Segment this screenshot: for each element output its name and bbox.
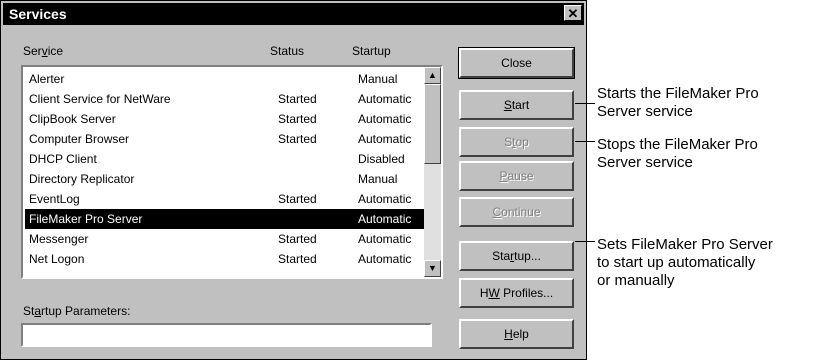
service-status: Started (278, 132, 317, 146)
list-item[interactable]: Messenger Started Automatic (25, 229, 425, 249)
stop-callout-text: Stops the FileMaker Pro Server service (597, 136, 758, 171)
list-item[interactable]: Net Logon Started Automatic (25, 249, 425, 269)
service-startup: Automatic (358, 212, 412, 226)
service-startup: Automatic (358, 192, 412, 206)
startup-callout-line (575, 241, 595, 242)
close-icon[interactable]: ✕ (564, 5, 582, 21)
service-startup: Automatic (358, 232, 412, 246)
window-title: Services (9, 6, 67, 22)
service-name: FileMaker Pro Server (29, 212, 143, 226)
service-status: Started (278, 92, 317, 106)
help-button[interactable]: Help (459, 319, 574, 349)
service-startup: Automatic (358, 92, 412, 106)
start-callout-line (575, 103, 595, 104)
hw-profiles-button[interactable]: HW Profiles... (459, 278, 574, 308)
service-name: DHCP Client (29, 152, 97, 166)
service-name: Client Service for NetWare (29, 92, 171, 106)
list-item[interactable]: EventLog Started Automatic (25, 189, 425, 209)
column-header-service: Service (23, 44, 64, 58)
startup-button[interactable]: Startup... (459, 241, 574, 271)
service-startup: Manual (358, 172, 398, 186)
continue-button[interactable]: Continue (459, 197, 574, 227)
service-status: Started (278, 232, 317, 246)
close-button[interactable]: Close (458, 47, 575, 79)
service-name: Messenger (29, 232, 89, 246)
list-item[interactable]: Directory Replicator Manual (25, 169, 425, 189)
start-callout-text: Starts the FileMaker Pro Server service (597, 85, 759, 120)
service-startup: Disabled (358, 152, 405, 166)
service-name: EventLog (29, 192, 80, 206)
list-item-selected[interactable]: FileMaker Pro Server Automatic (25, 209, 425, 229)
service-startup: Automatic (358, 252, 412, 266)
service-status: Started (278, 192, 317, 206)
startup-parameters-input[interactable] (21, 323, 432, 347)
service-startup: Manual (358, 72, 398, 86)
service-status: Started (278, 112, 317, 126)
scroll-up-icon[interactable]: ▲ (424, 67, 441, 84)
column-header-startup: Startup (352, 44, 391, 58)
stop-button[interactable]: Stop (459, 127, 574, 157)
stop-callout-line (575, 141, 595, 142)
service-name: Directory Replicator (29, 172, 135, 186)
service-name: Computer Browser (29, 132, 130, 146)
list-item[interactable]: ClipBook Server Started Automatic (25, 109, 425, 129)
services-dialog: Services ✕ Service Status Startup Alerte… (0, 0, 587, 360)
services-list[interactable]: Alerter Manual Client Service for NetWar… (21, 65, 443, 279)
service-name: Alerter (29, 72, 65, 86)
vertical-scrollbar[interactable]: ▲ ▼ (424, 67, 441, 277)
scroll-thumb[interactable] (424, 84, 441, 164)
service-name: ClipBook Server (29, 112, 116, 126)
column-header-status: Status (270, 44, 305, 58)
pause-button[interactable]: Pause (459, 161, 574, 191)
list-item[interactable]: Computer Browser Started Automatic (25, 129, 425, 149)
start-button[interactable]: Start (459, 90, 574, 120)
scroll-down-icon[interactable]: ▼ (424, 260, 441, 277)
service-name: Net Logon (29, 252, 85, 266)
list-item[interactable]: Client Service for NetWare Started Autom… (25, 89, 425, 109)
startup-callout-text: Sets FileMaker Pro Server to start up au… (597, 236, 773, 289)
startup-parameters-label: Startup Parameters: (23, 304, 131, 318)
title-bar: Services ✕ (3, 3, 584, 25)
service-status: Started (278, 252, 317, 266)
list-item[interactable]: DHCP Client Disabled (25, 149, 425, 169)
list-item[interactable]: Alerter Manual (25, 69, 425, 89)
service-startup: Automatic (358, 132, 412, 146)
service-startup: Automatic (358, 112, 412, 126)
